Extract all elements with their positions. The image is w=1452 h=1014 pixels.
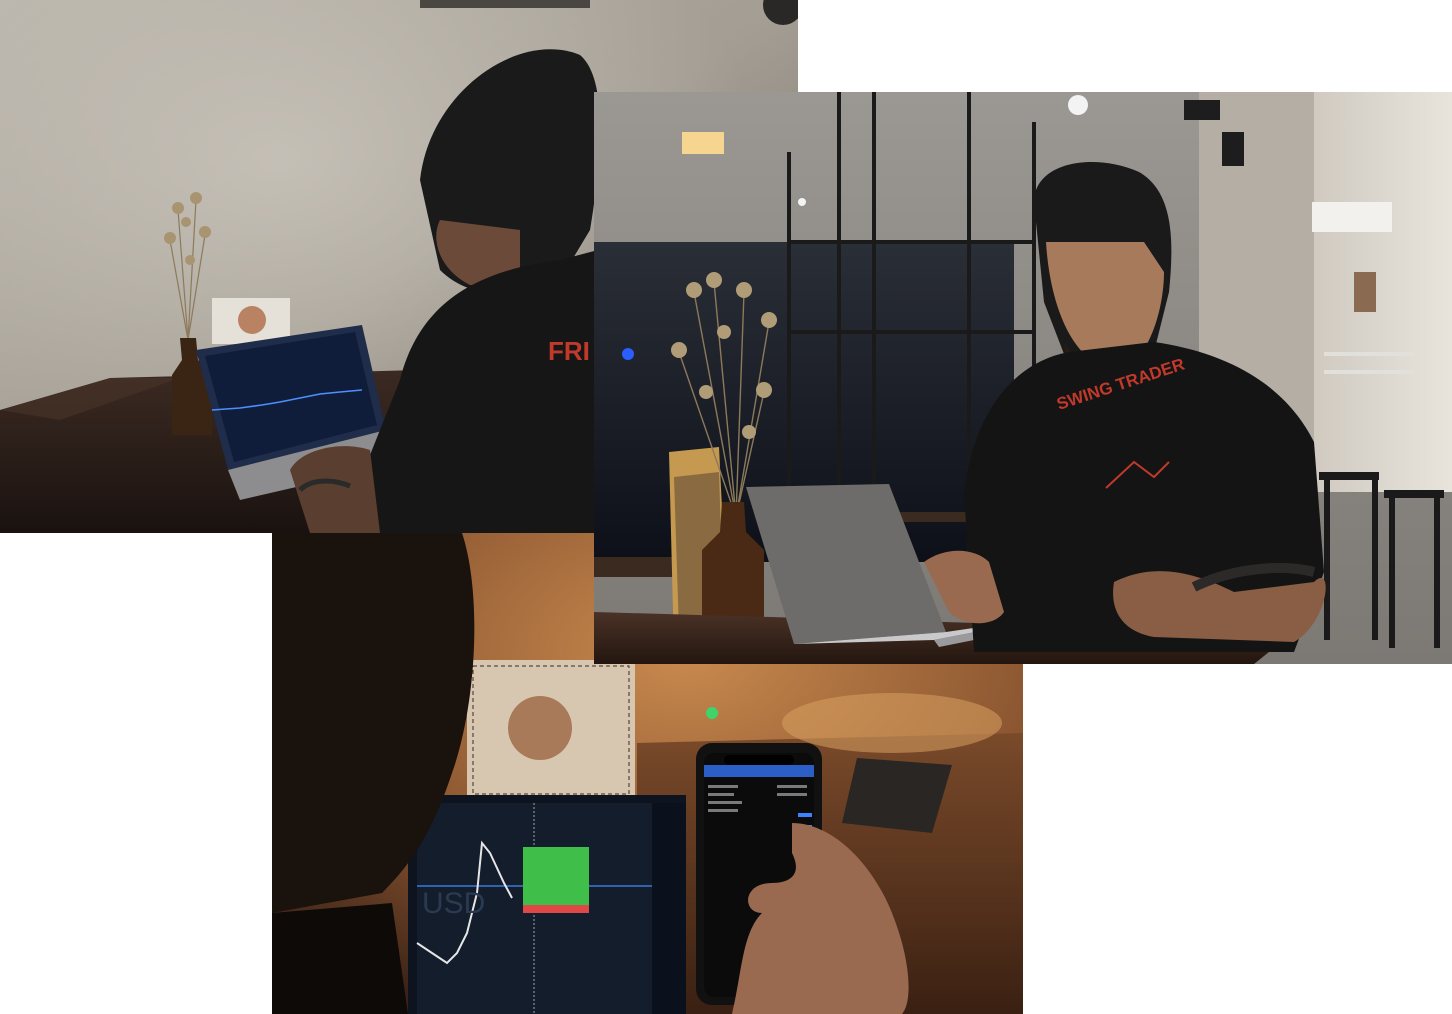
photo-swing-trader-cafe: SWING TRADER — [594, 92, 1452, 664]
chart-watermark: USD — [422, 887, 485, 920]
shirt-text-fri: FRI — [548, 336, 590, 366]
